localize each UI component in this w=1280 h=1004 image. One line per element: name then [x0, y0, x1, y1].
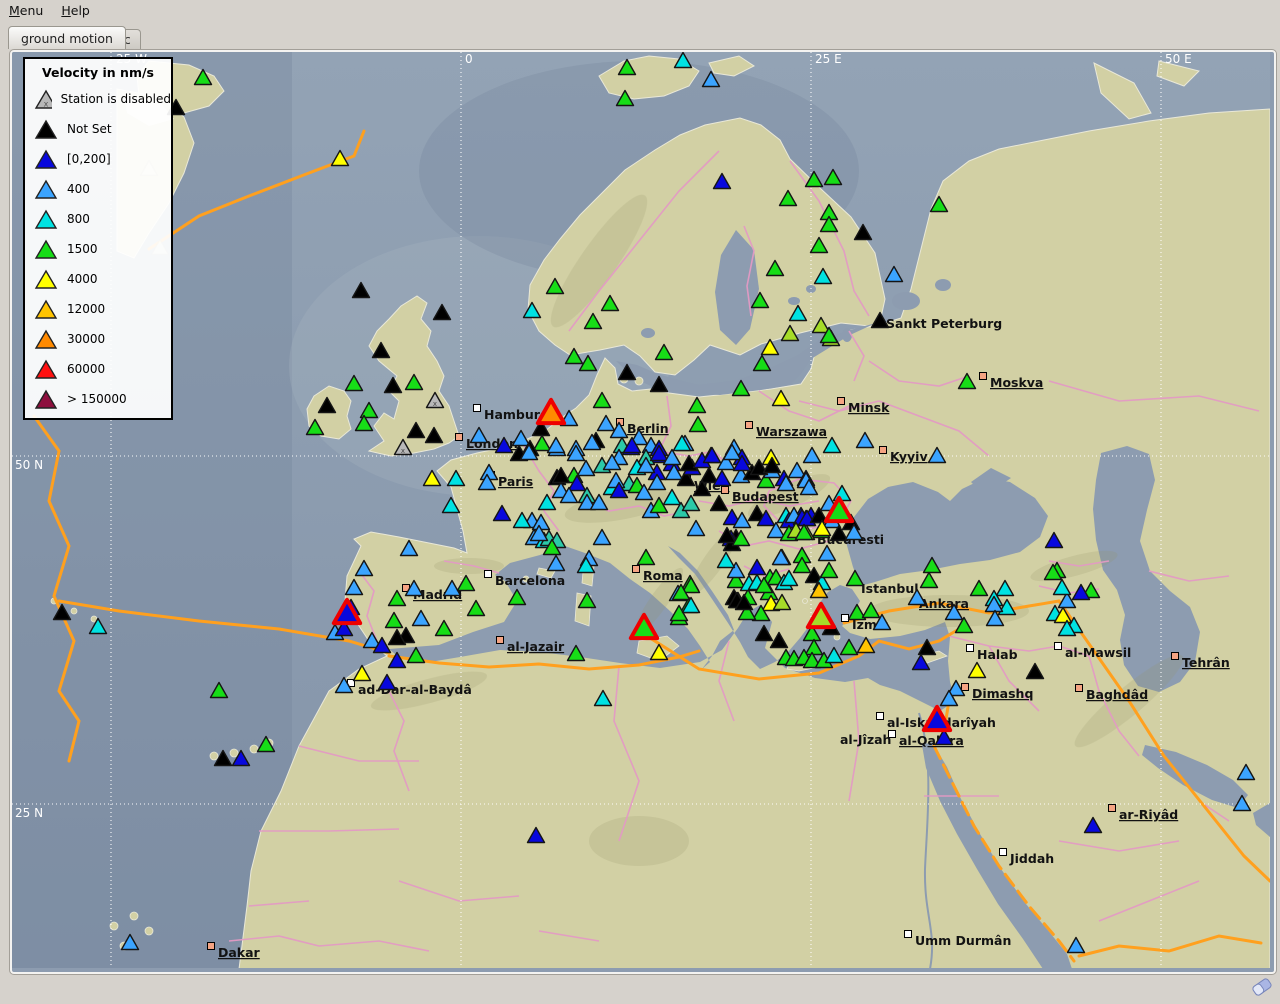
city-marker — [497, 637, 504, 644]
app-window: MenuHelp ground motionqc — [0, 0, 1280, 1004]
legend-label: Not Set — [67, 122, 112, 136]
legend-label: 12000 — [67, 302, 105, 316]
city-label: Dakar — [218, 945, 261, 960]
legend-label: 30000 — [67, 332, 105, 346]
city-label: Umm Durmân — [915, 933, 1011, 948]
legend-triangle-icon — [34, 119, 58, 140]
grid-label: 25 E — [815, 52, 842, 66]
legend-triangle-icon — [34, 239, 58, 260]
city-label: Ankara — [919, 596, 969, 611]
city-label: ar-Riyâd — [1119, 807, 1178, 822]
legend-item: 4000 — [25, 264, 171, 294]
city-label: Roma — [643, 568, 683, 583]
map-canvas[interactable]: 25 W025 E50 E50 N25 N LondonParisHamburg… — [12, 52, 1270, 968]
map-frame[interactable]: 25 W025 E50 E50 N25 N LondonParisHamburg… — [10, 50, 1276, 974]
city-label: Berlin — [627, 421, 669, 436]
legend-item: 400 — [25, 174, 171, 204]
city-label: Sankt Peterburg — [886, 316, 1002, 331]
legend-triangle-icon — [34, 179, 58, 200]
city-label: al-Jazair — [507, 639, 565, 654]
legend-label: 4000 — [67, 272, 98, 286]
disabled-x: x — [401, 447, 405, 455]
legend-item: 12000 — [25, 294, 171, 324]
legend-triangle-icon — [34, 389, 58, 410]
city-label: Dimashq — [972, 686, 1033, 701]
city-marker — [880, 447, 887, 454]
legend-item: > 150000 — [25, 384, 171, 414]
city-label: Budapest — [732, 489, 799, 504]
city-label: Kyyiv — [890, 449, 928, 464]
city-marker — [1000, 849, 1007, 856]
city-label: al-Qahira — [899, 733, 964, 748]
grid-label: 25 N — [15, 806, 43, 820]
legend-label: [0,200] — [67, 152, 111, 166]
city-marker — [633, 566, 640, 573]
legend-item: x Station is disabled — [25, 84, 171, 114]
city-label: Halab — [977, 647, 1018, 662]
city-marker — [746, 422, 753, 429]
legend-label: 800 — [67, 212, 90, 226]
legend-triangle-icon — [34, 329, 58, 350]
city-label: al-Jîzah — [840, 732, 891, 747]
city-marker — [1109, 805, 1116, 812]
city-label: Baghdâd — [1086, 687, 1148, 702]
city-label: Istanbul — [861, 581, 919, 596]
legend-label: 400 — [67, 182, 90, 196]
menu-bar: MenuHelp — [0, 0, 1280, 23]
city-label: al-Mawsil — [1065, 645, 1131, 660]
legend-item: Not Set — [25, 114, 171, 144]
city-marker — [877, 713, 884, 720]
legend-triangle-icon — [34, 299, 58, 320]
city-marker — [980, 373, 987, 380]
legend-item: 800 — [25, 204, 171, 234]
city-label: Moskva — [990, 375, 1043, 390]
city-label: Barcelona — [495, 573, 565, 588]
map-legend: Velocity in nm/s x Station is disabled Not… — [23, 57, 173, 420]
legend-triangle-icon — [34, 269, 58, 290]
city-marker — [905, 931, 912, 938]
legend-label: Station is disabled — [61, 92, 171, 106]
city-marker — [967, 645, 974, 652]
legend-label: 60000 — [67, 362, 105, 376]
city-marker — [208, 943, 215, 950]
city-label: Jiddah — [1009, 851, 1054, 866]
legend-triangle-icon — [34, 149, 58, 170]
svg-text:x: x — [44, 99, 49, 108]
grid-label: 50 E — [1165, 52, 1192, 66]
city-marker — [1055, 643, 1062, 650]
city-label: Minsk — [848, 400, 890, 415]
city-marker — [456, 434, 463, 441]
city-marker — [1172, 653, 1179, 660]
legend-item: 60000 — [25, 354, 171, 384]
legend-label: 1500 — [67, 242, 98, 256]
city-marker — [474, 405, 481, 412]
city-label: ad-Dar-al-Baydâ — [358, 682, 472, 697]
legend-item: [0,200] — [25, 144, 171, 174]
city-marker — [838, 398, 845, 405]
city-marker — [485, 571, 492, 578]
legend-triangle-icon — [34, 209, 58, 230]
city-marker — [842, 615, 849, 622]
city-label: Tehrân — [1182, 655, 1230, 670]
legend-title: Velocity in nm/s — [25, 59, 171, 84]
grid-label: 0 — [465, 52, 473, 66]
tab-ground-motion[interactable]: ground motion — [8, 26, 126, 49]
legend-item: 1500 — [25, 234, 171, 264]
legend-triangle-icon: x — [34, 89, 52, 110]
city-marker — [962, 684, 969, 691]
city-label: Paris — [498, 474, 533, 489]
disabled-x: x — [433, 400, 437, 408]
menu-item-menu[interactable]: Menu — [0, 0, 52, 21]
city-marker — [722, 487, 729, 494]
legend-item: 30000 — [25, 324, 171, 354]
legend-label: > 150000 — [67, 392, 127, 406]
legend-triangle-icon — [34, 359, 58, 380]
city-label: Warszawa — [756, 424, 827, 439]
size-grip-icon[interactable] — [1248, 974, 1276, 1000]
grid-label: 50 N — [15, 458, 43, 472]
city-marker — [1076, 685, 1083, 692]
menu-item-help[interactable]: Help — [52, 0, 99, 21]
